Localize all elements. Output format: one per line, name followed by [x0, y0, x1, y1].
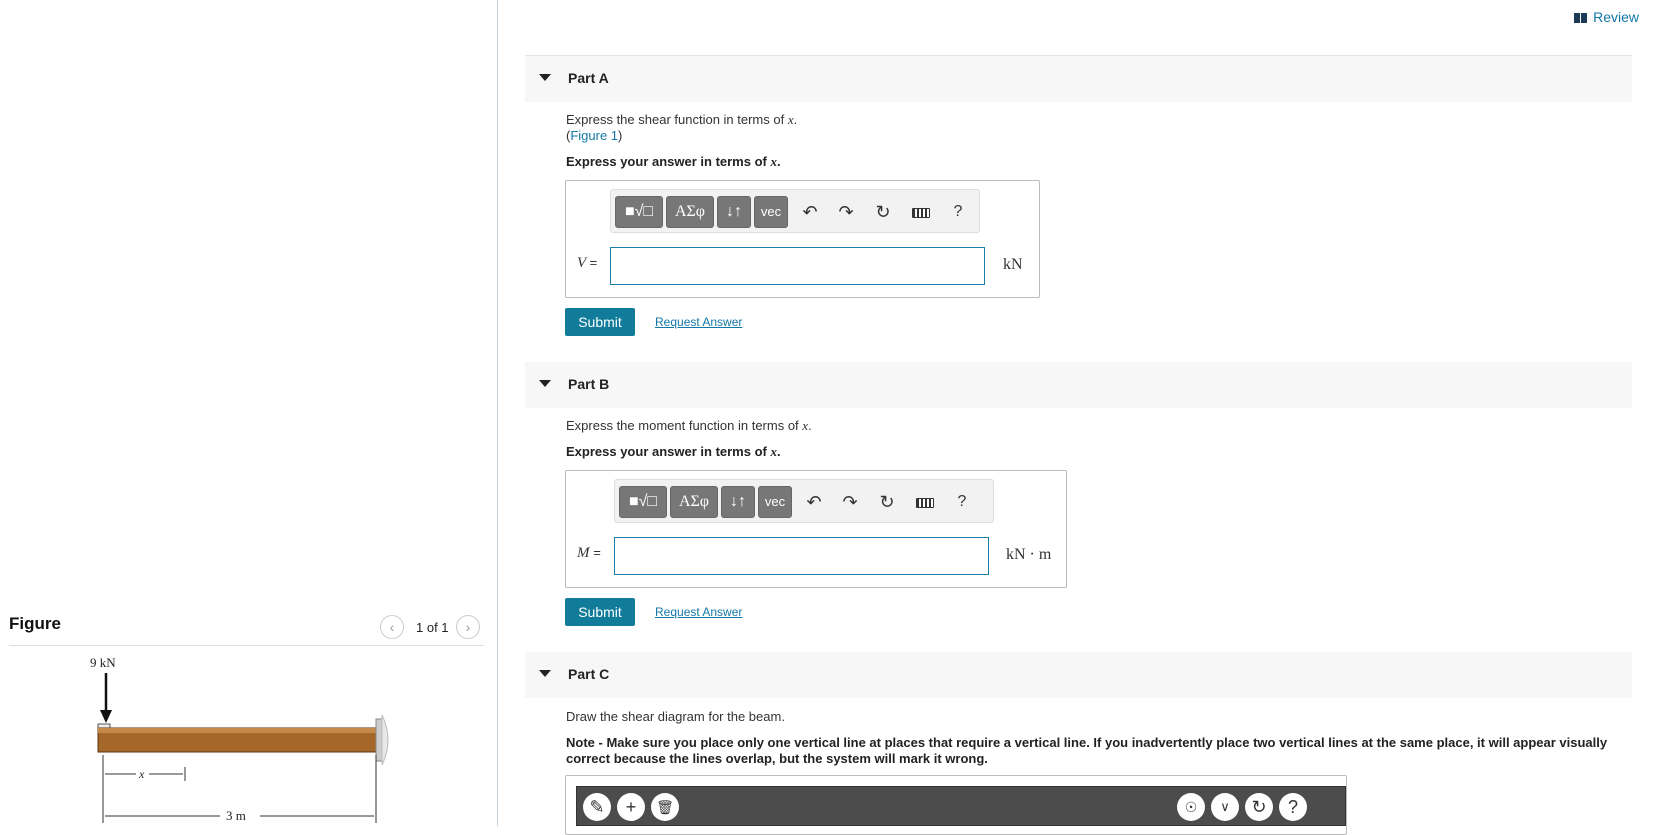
graph-toolbar: ✎ + 🗑 ☉ ∨ ↻ ?	[576, 786, 1346, 826]
help-button[interactable]: ?	[945, 196, 971, 228]
undo-icon[interactable]: ↶	[801, 486, 827, 518]
beam-figure: 9 kN x 3 m	[90, 655, 389, 823]
unit-label: kN · m	[1006, 546, 1052, 563]
request-answer-link[interactable]: Request Answer	[655, 315, 742, 329]
instruction-suffix: .	[776, 154, 781, 169]
length-label: 3 m	[226, 808, 246, 823]
wall-plate	[375, 718, 383, 762]
figure-link-line: (Figure 1)	[566, 128, 622, 143]
templates-button[interactable]: ■√□	[619, 486, 667, 518]
caret-down-icon	[539, 74, 551, 81]
request-answer-link[interactable]: Request Answer	[655, 605, 742, 619]
pencil-plus-icon[interactable]: ✎	[583, 793, 611, 821]
load-arrow-head	[100, 710, 112, 723]
load-label: 9 kN	[90, 655, 116, 670]
wall-support	[381, 714, 389, 766]
instruction-text: Express your answer in terms of	[566, 154, 771, 169]
part-a-answer-box: ■√□ ΑΣφ ↓↑ vec ↶ ↷ ↻ ? V = kN	[565, 180, 1040, 298]
prompt-text: Express the shear function in terms of	[566, 112, 788, 127]
arrows-button[interactable]: ↓↑	[717, 196, 751, 228]
figure-header: Figure ‹ 1 of 1 ›	[9, 612, 484, 646]
part-c-note: Note - Make sure you place only one vert…	[566, 735, 1608, 766]
beam-highlight	[98, 728, 380, 733]
part-a-header[interactable]: Part A	[525, 56, 1632, 102]
vec-button[interactable]: vec	[754, 196, 788, 228]
prompt-suffix: .	[793, 112, 798, 127]
review-link[interactable]: Review	[1574, 9, 1639, 25]
reset-icon[interactable]: ↻	[874, 486, 900, 518]
figure-pane: Figure ‹ 1 of 1 › 9 kN x 3 m	[0, 0, 498, 826]
x-label: x	[138, 767, 145, 781]
trash-icon[interactable]: 🗑	[651, 793, 679, 821]
lightbulb-icon[interactable]: ☉	[1177, 793, 1205, 821]
figure-prev-button[interactable]: ‹	[380, 615, 404, 639]
plus-icon[interactable]: +	[617, 793, 645, 821]
part-a-label: Part A	[568, 70, 609, 86]
answer-input[interactable]	[614, 537, 989, 575]
variable-label: V =	[577, 255, 598, 271]
unit-label: kN	[1003, 256, 1023, 273]
part-c-label: Part C	[568, 666, 610, 682]
prompt-text: Express the moment function in terms of	[566, 418, 803, 433]
greek-button[interactable]: ΑΣφ	[666, 196, 714, 228]
math-toolbar: ■√□ ΑΣφ ↓↑ vec ↶ ↷ ↻ ?	[610, 189, 980, 233]
caret-down-icon	[539, 380, 551, 387]
submit-button[interactable]: Submit	[565, 308, 635, 336]
caret-down-icon	[539, 670, 551, 677]
keyboard-icon[interactable]	[912, 486, 938, 518]
redo-icon[interactable]: ↷	[837, 486, 863, 518]
part-c-prompt: Draw the shear diagram for the beam.	[566, 709, 785, 724]
part-b-label: Part B	[568, 376, 610, 392]
math-toolbar: ■√□ ΑΣφ ↓↑ vec ↶ ↷ ↻ ?	[614, 479, 994, 523]
submit-button[interactable]: Submit	[565, 598, 635, 626]
greek-button[interactable]: ΑΣφ	[670, 486, 718, 518]
paren-close: )	[618, 128, 623, 143]
chevron-down-icon[interactable]: ∨	[1211, 793, 1239, 821]
vec-button[interactable]: vec	[758, 486, 792, 518]
templates-button[interactable]: ■√□	[615, 196, 663, 228]
part-b-prompt: Express the moment function in terms of …	[566, 418, 812, 434]
keyboard-icon[interactable]	[908, 196, 934, 228]
prompt-suffix: .	[808, 418, 812, 433]
figure-title: Figure	[9, 614, 61, 633]
figure-count: 1 of 1	[416, 620, 449, 635]
reset-icon[interactable]: ↻	[870, 196, 896, 228]
help-button[interactable]: ?	[1279, 793, 1307, 821]
reset-icon[interactable]: ↻	[1245, 793, 1273, 821]
part-a-prompt: Express the shear function in terms of x…	[566, 112, 797, 128]
instruction-text: Express your answer in terms of	[566, 444, 771, 459]
chevron-left-icon: ‹	[389, 619, 395, 635]
figure-next-button[interactable]: ›	[456, 615, 480, 639]
part-b-answer-box: ■√□ ΑΣφ ↓↑ vec ↶ ↷ ↻ ? M = kN · m	[565, 470, 1067, 588]
redo-icon[interactable]: ↷	[833, 196, 859, 228]
variable-label: M =	[577, 545, 601, 561]
review-label: Review	[1593, 9, 1639, 25]
part-b-instruction: Express your answer in terms of x.	[566, 444, 781, 460]
answer-input[interactable]	[610, 247, 985, 285]
part-c-header[interactable]: Part C	[525, 652, 1632, 698]
book-icon	[1574, 13, 1588, 23]
undo-icon[interactable]: ↶	[797, 196, 823, 228]
instruction-suffix: .	[776, 444, 781, 459]
help-button[interactable]: ?	[949, 486, 975, 518]
figure-link[interactable]: Figure 1	[570, 128, 618, 143]
arrows-button[interactable]: ↓↑	[721, 486, 755, 518]
part-a-instruction: Express your answer in terms of x.	[566, 154, 781, 170]
part-b-header[interactable]: Part B	[525, 362, 1632, 408]
chevron-right-icon: ›	[465, 619, 471, 635]
